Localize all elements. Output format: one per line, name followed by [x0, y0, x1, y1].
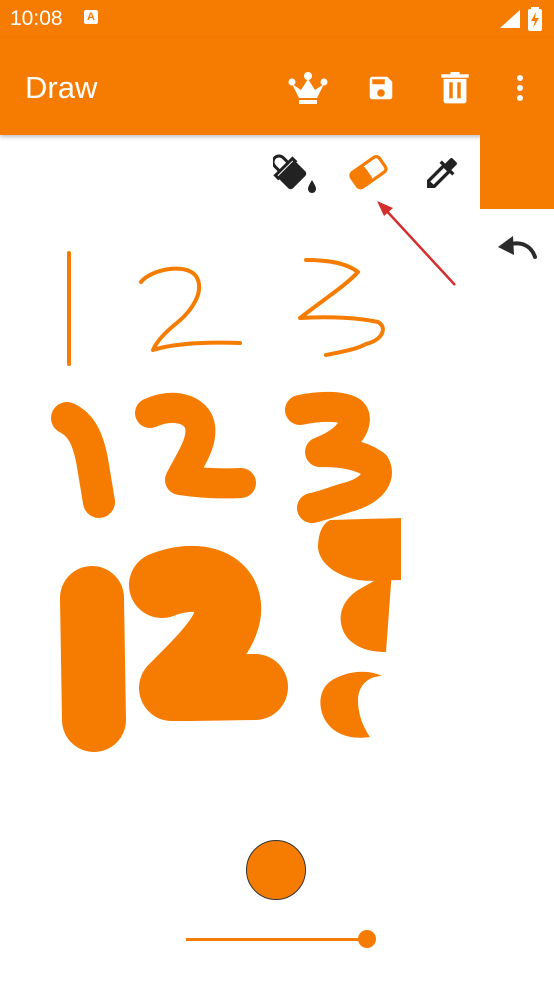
stroke-big-3-bottom [320, 671, 382, 738]
eyedropper-icon [427, 157, 458, 188]
a-icon: A [84, 10, 98, 24]
fill-bucket-icon [273, 154, 316, 193]
undo-button[interactable] [493, 225, 541, 269]
more-vert-icon [517, 75, 523, 101]
delete-icon [441, 72, 469, 104]
signal-icon [500, 10, 520, 28]
stroke-big-2 [129, 545, 288, 721]
premium-button[interactable] [286, 66, 330, 110]
app-title: Draw [25, 70, 98, 105]
stroke-big-3-mid [340, 570, 392, 652]
slider-track [186, 938, 368, 941]
brush-size-preview [246, 840, 306, 900]
status-time: 10:08 [10, 7, 63, 30]
app-bar: Draw [0, 38, 554, 135]
stroke-big-3-top [318, 518, 401, 581]
brush-size-slider[interactable] [186, 927, 382, 951]
crown-icon [288, 72, 328, 104]
color-picker-button[interactable] [480, 135, 554, 209]
undo-icon [498, 236, 537, 259]
drawing-canvas[interactable] [0, 205, 480, 805]
status-bar: 10:08 A [0, 0, 554, 38]
delete-button[interactable] [433, 66, 477, 110]
eraser-tool-button[interactable] [344, 148, 394, 198]
stroke-mid-1 [51, 402, 115, 518]
battery-charging-icon [528, 7, 542, 31]
eyedropper-tool-button[interactable] [417, 148, 467, 198]
slider-thumb[interactable] [358, 930, 376, 948]
more-options-button[interactable] [498, 66, 542, 110]
stroke-thin-2 [139, 266, 242, 352]
stroke-thin-3 [298, 258, 385, 357]
eraser-icon [349, 155, 388, 190]
save-icon [369, 76, 393, 100]
stroke-mid-3 [285, 391, 392, 523]
fill-tool-button[interactable] [271, 148, 321, 198]
stroke-big-1 [60, 566, 126, 752]
stroke-mid-2 [135, 392, 256, 499]
save-button[interactable] [359, 66, 403, 110]
